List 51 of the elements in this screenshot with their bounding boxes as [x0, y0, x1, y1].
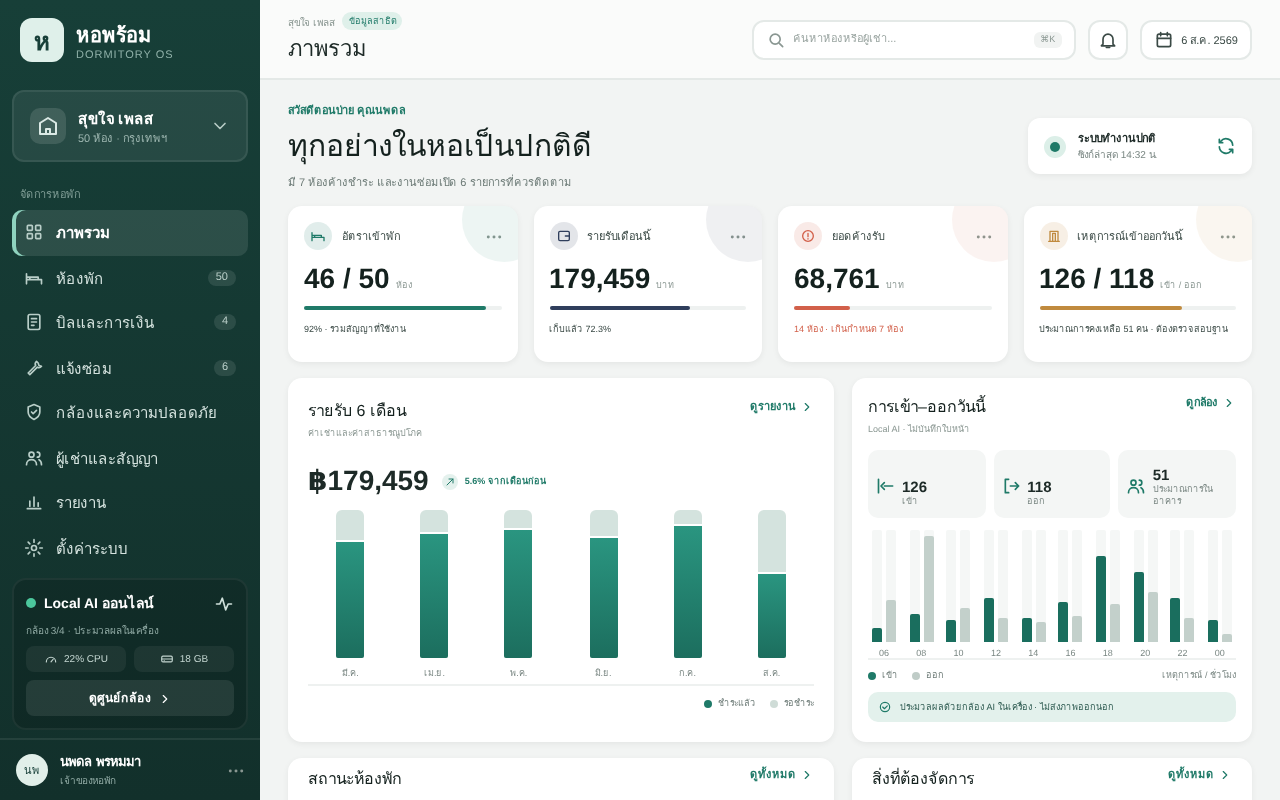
notifications-button[interactable]: [1087, 19, 1128, 59]
grid-icon: [24, 222, 44, 243]
wrench-icon: [24, 357, 44, 378]
people-icon: [1126, 476, 1147, 496]
card-title: สถานะห้องพัก: [308, 768, 402, 792]
stat-value: 68,761: [794, 262, 880, 294]
enter-icon: [876, 476, 896, 496]
chevron-right-icon: [800, 767, 814, 781]
chevron-right-icon: [157, 691, 171, 705]
trend-up-icon: [442, 473, 459, 489]
exit-icon: [1001, 476, 1022, 496]
revenue-total: ฿179,459: [308, 464, 429, 498]
logo-mark: ห: [20, 18, 64, 62]
chevron-right-icon: [1218, 767, 1232, 781]
gauge-icon: [44, 652, 59, 666]
card-title: สิ่งที่ต้องจัดการ: [872, 766, 974, 792]
status-dot: [1050, 141, 1060, 151]
stat-value: 46 / 50: [304, 262, 390, 294]
more-icon[interactable]: [1220, 233, 1236, 239]
card-title: รายรับ 6 เดือน: [308, 400, 409, 424]
more-icon[interactable]: [228, 767, 244, 773]
stat-value: 179,459: [549, 262, 651, 294]
bed-icon: [310, 228, 326, 244]
pulse-icon: [214, 593, 234, 613]
drive-icon: [159, 652, 174, 666]
bed-icon: [24, 267, 44, 288]
wallet-icon: [555, 228, 571, 244]
chevron-right-icon: [1222, 395, 1236, 409]
home-icon: [36, 114, 60, 138]
chevron-right-icon: [800, 399, 814, 413]
more-icon[interactable]: [975, 233, 991, 239]
headline: ทุกอย่างในหอเป็นปกติดี: [288, 125, 592, 169]
alert-icon: [800, 228, 816, 244]
people-icon: [24, 447, 44, 468]
check-circle-icon: [878, 700, 892, 714]
more-icon[interactable]: [485, 233, 501, 239]
calendar-icon: [1153, 29, 1174, 49]
receipt-icon: [24, 312, 44, 333]
stat-value: 126 / 118: [1039, 262, 1155, 294]
bar-chart-icon: [24, 492, 44, 513]
card-title: การเข้า–ออกวันนี้: [868, 394, 985, 420]
settings-icon: [24, 537, 44, 558]
search-icon: [765, 29, 786, 49]
door-icon: [1045, 228, 1061, 244]
refresh-icon[interactable]: [1216, 136, 1236, 156]
shield-icon: [24, 402, 44, 423]
status-dot: [26, 598, 36, 608]
brand-name: หอพร้อม: [76, 22, 154, 49]
page-title: ภาพรวม: [288, 36, 368, 66]
bell-icon: [1097, 29, 1118, 49]
more-icon[interactable]: [730, 233, 746, 239]
